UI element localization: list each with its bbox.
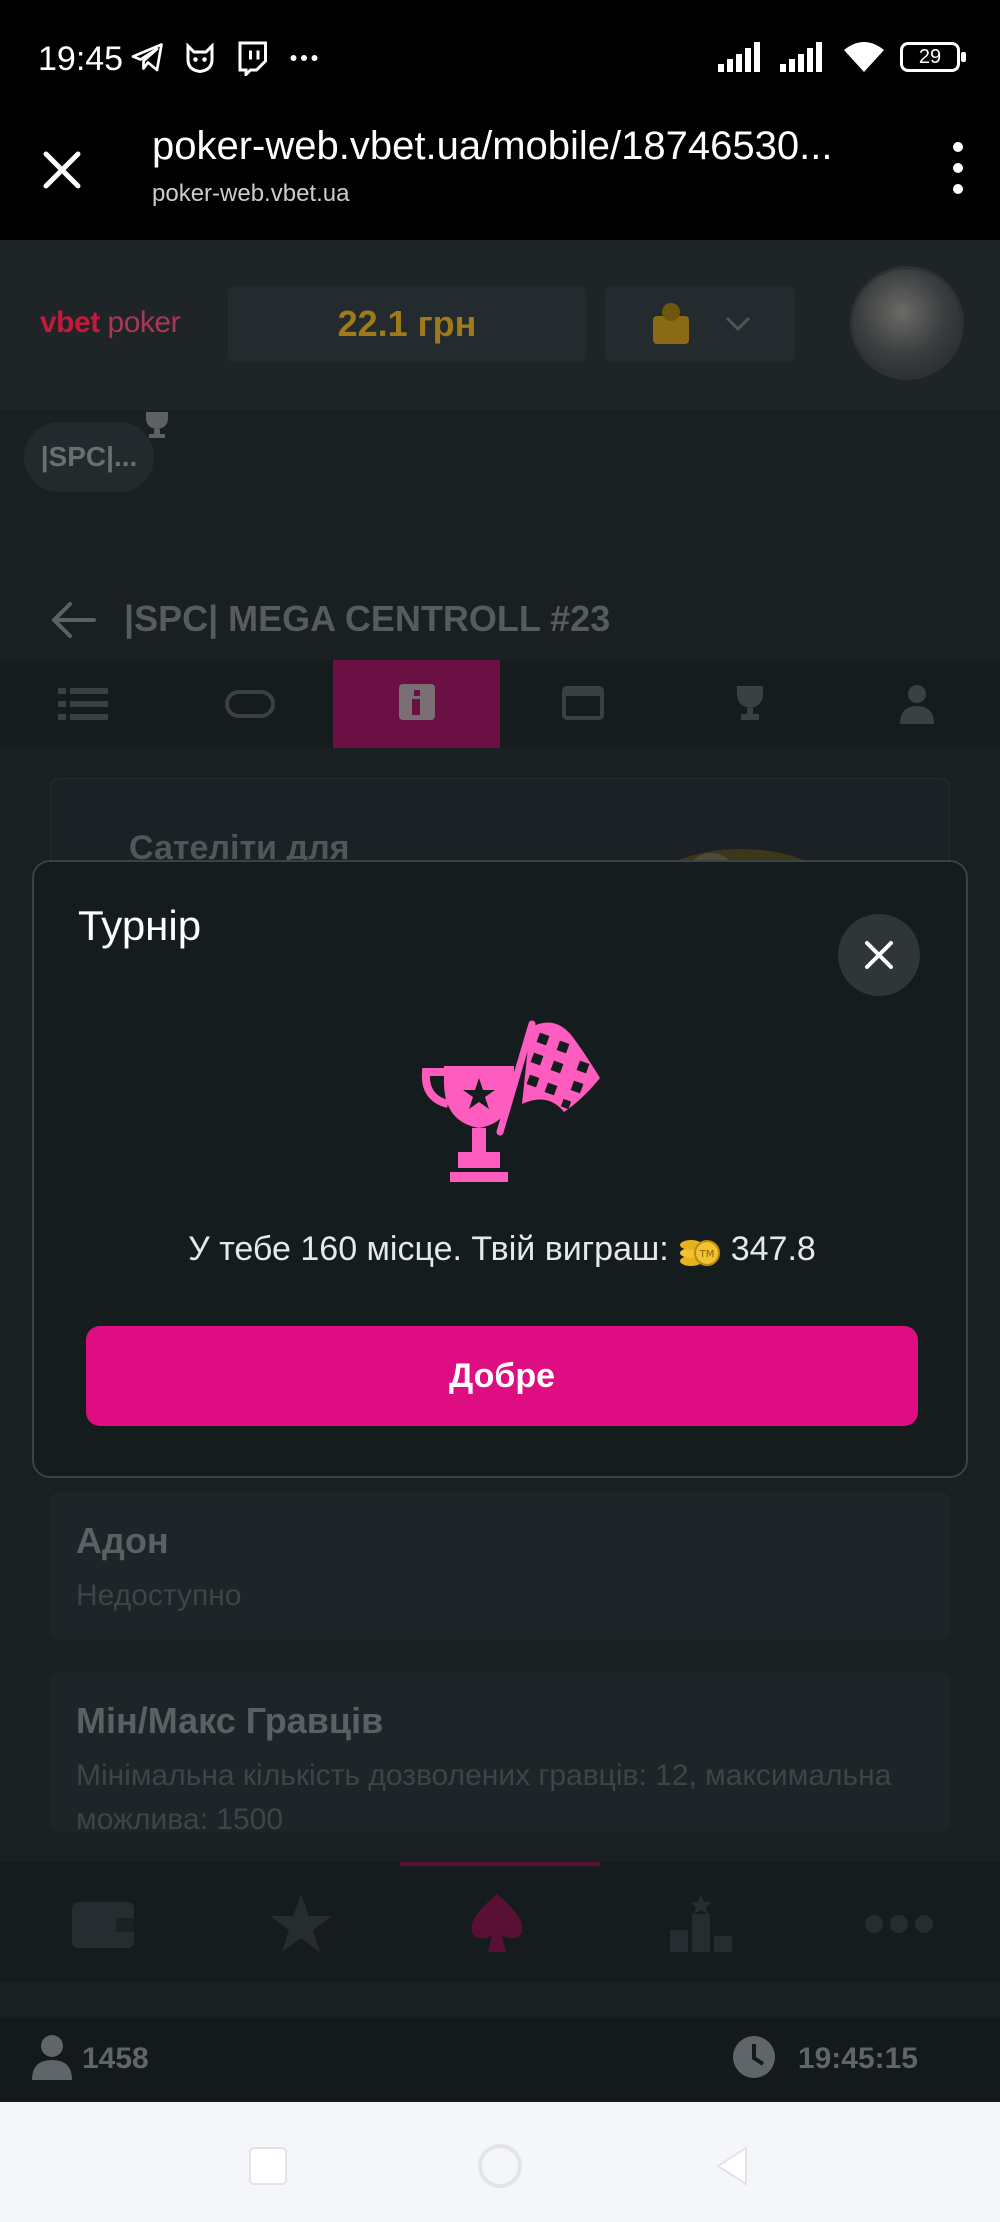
back-arrow-icon[interactable] (48, 600, 98, 640)
players-text: Мінімальна кількість дозволених гравців:… (76, 1759, 892, 1832)
chevron-down-icon (725, 316, 751, 332)
clock-icon (733, 2036, 775, 2078)
trophy-icon (737, 686, 764, 720)
menu-dot (953, 184, 963, 194)
dialog-title: Турнір (78, 902, 202, 949)
recent-apps-icon[interactable] (244, 2142, 292, 2190)
players-card: Мін/Макс Гравців Мінімальна кількість до… (50, 1672, 950, 1832)
browser-toolbar: poker-web.vbet.ua/mobile/18746530... pok… (0, 120, 1000, 240)
prize-amount: 347.8 (730, 1230, 816, 1268)
tab-info[interactable] (333, 660, 501, 748)
more-icon[interactable] (864, 1892, 934, 1956)
bottom-navigation (0, 1862, 1000, 1982)
battery-indicator: 29 (900, 42, 966, 72)
tournament-tabs (0, 660, 1000, 748)
star-icon[interactable] (266, 1892, 336, 1956)
user-icon (32, 2035, 72, 2080)
logo-product: poker (107, 306, 181, 339)
tournament-title: |SPC| MEGA CENTROLL #23 (124, 598, 611, 639)
wallet-icon[interactable] (68, 1892, 138, 1956)
spade-icon[interactable] (462, 1892, 532, 1956)
tournament-result-dialog: Турнір У тебе 160 місце. Твій виграш: TM… (32, 860, 968, 1478)
addon-value: Недоступно (76, 1579, 242, 1612)
trophy-icon (146, 412, 168, 438)
status-indicators: 29 (718, 40, 966, 74)
svg-text:TM: TM (698, 1249, 714, 1260)
home-icon[interactable] (476, 2142, 524, 2190)
tab-ticket[interactable] (167, 660, 334, 748)
result-text: У тебе 160 місце. Твій виграш: (188, 1230, 669, 1268)
tab-prizes[interactable] (667, 660, 834, 748)
table-icon (562, 686, 605, 720)
result-message: У тебе 160 місце. Твій виграш: TM 347.8 (34, 1230, 970, 1269)
close-icon[interactable] (36, 144, 88, 196)
info-icon (398, 684, 435, 720)
menu-dot (953, 142, 963, 152)
list-icon (58, 688, 109, 720)
user-icon (899, 685, 934, 724)
wallet-icon (653, 303, 689, 344)
browser-url[interactable]: poker-web.vbet.ua/mobile/18746530... (152, 124, 872, 169)
app-header: vbet poker 22.1 грн (0, 240, 1000, 410)
system-status-bar: 19:45 29 (0, 0, 1000, 120)
telegram-icon (131, 43, 163, 72)
browser-menu-button[interactable] (952, 142, 964, 198)
avatar[interactable] (850, 266, 964, 380)
wifi-icon (844, 42, 884, 72)
close-icon (865, 941, 893, 969)
tab-list[interactable] (0, 660, 167, 748)
leaderboard-icon[interactable] (666, 1892, 736, 1956)
dialog-close-button[interactable] (838, 914, 920, 996)
players-title: Мін/Макс Гравців (76, 1700, 384, 1741)
signal-icon (718, 42, 760, 72)
menu-dot (953, 163, 963, 173)
addon-card: Адон Недоступно (50, 1492, 950, 1640)
nav-active-indicator (400, 1862, 600, 1866)
more-dots-icon (290, 55, 318, 61)
status-time: 19:45 (38, 40, 124, 78)
back-icon[interactable] (708, 2142, 756, 2190)
signal-icon-2 (780, 42, 822, 72)
status-app-icons (130, 40, 322, 76)
ok-button[interactable]: Добре (86, 1326, 918, 1426)
fox-app-icon (186, 42, 214, 74)
addon-title: Адон (76, 1520, 169, 1561)
tab-players[interactable] (833, 660, 1000, 748)
ticket-icon (225, 690, 275, 718)
online-players-count: 1458 (82, 2042, 149, 2075)
server-clock: 19:45:15 (797, 2042, 918, 2075)
balance-display[interactable]: 22.1 грн (228, 286, 586, 362)
trophy-checkered-flag-icon (421, 1020, 600, 1182)
vbet-poker-logo[interactable]: vbet poker (40, 306, 181, 340)
browser-host: poker-web.vbet.ua (152, 180, 350, 207)
logo-brand: vbet (40, 306, 100, 339)
tab-tables[interactable] (500, 660, 667, 748)
coins-icon: TM (679, 1239, 720, 1266)
twitch-icon (238, 41, 267, 76)
system-navigation-bar (0, 2102, 1000, 2222)
tournament-chip[interactable]: |SPC|... (24, 422, 154, 492)
wallet-selector[interactable] (605, 286, 795, 362)
footer-status: 1458 19:45:15 (0, 2018, 1000, 2102)
